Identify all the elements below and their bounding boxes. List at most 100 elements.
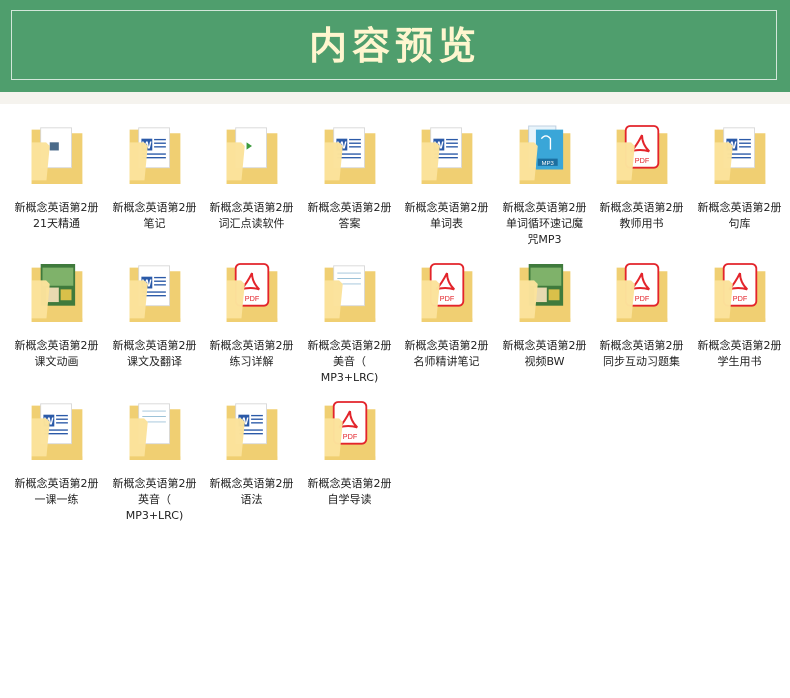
folder-item[interactable]: PDF 新概念英语第2册 教师用书 bbox=[593, 114, 690, 244]
folder-label: 新概念英语第2册 学生用书 bbox=[691, 338, 788, 370]
svg-text:PDF: PDF bbox=[245, 294, 260, 303]
folder-item[interactable]: 新概念英语第2册 视频BW bbox=[496, 252, 593, 382]
folder-label-line2: 笔记 bbox=[143, 217, 166, 230]
folder-label-line2: 名师精讲笔记 bbox=[413, 355, 480, 368]
folder-label-line2: 教师用书 bbox=[619, 217, 664, 230]
svg-text:PDF: PDF bbox=[635, 294, 650, 303]
folder-label-line1: 新概念英语第2册 bbox=[599, 339, 684, 352]
svg-text:MP3: MP3 bbox=[542, 161, 555, 167]
folder-label-line2: 练习详解 bbox=[229, 355, 274, 368]
folder-label-line1: 新概念英语第2册 bbox=[697, 339, 782, 352]
folder-item[interactable]: MP3 新概念英语第2册 单词循环速记魔 咒MP3 bbox=[496, 114, 593, 246]
folder-label-line2: 词汇点读软件 bbox=[218, 217, 285, 230]
folder-label-line1: 新概念英语第2册 bbox=[112, 201, 197, 214]
svg-text:PDF: PDF bbox=[440, 294, 455, 303]
folder-label-line2: 句库 bbox=[728, 217, 751, 230]
folder-label: 新概念英语第2册 单词表 bbox=[398, 200, 495, 232]
folder-item[interactable]: W 新概念英语第2册笔记 bbox=[106, 114, 203, 244]
folder-label: 新概念英语第2册 笔记 bbox=[106, 200, 203, 232]
folder-with-audio-icon: MP3 bbox=[516, 120, 574, 190]
folder-label-line1: 新概念英语第2册 bbox=[14, 477, 99, 490]
folder-item[interactable]: 新概念英语第2册 美音（ MP3+LRC) bbox=[301, 252, 398, 384]
folder-label-line3: MP3+LRC) bbox=[125, 509, 184, 522]
folder-label-line1: 新概念英语第2册 bbox=[502, 201, 587, 214]
folder-label-line2: 课文及翻译 bbox=[127, 355, 182, 368]
folder-item[interactable]: PDF 新概念英语第2册 同步互动习题集 bbox=[593, 252, 690, 382]
folder-label: 新概念英语第2册 英音（ MP3+LRC) bbox=[106, 476, 203, 524]
folder-with-pdf-icon: PDF bbox=[613, 120, 671, 190]
folder-with-word-icon: W bbox=[223, 396, 281, 466]
folder-label-line1: 新概念英语第2册 bbox=[209, 201, 294, 214]
folder-item[interactable]: W 新概念英语第2册句库 bbox=[691, 114, 788, 244]
folder-label-line2: 一课一练 bbox=[34, 493, 79, 506]
folder-label: 新概念英语第2册 语法 bbox=[203, 476, 300, 508]
header-banner: 内容预览 bbox=[0, 0, 790, 92]
folder-label-line1: 新概念英语第2册 bbox=[599, 201, 684, 214]
folder-item[interactable]: W 新概念英语第2册答案 bbox=[301, 114, 398, 244]
folder-with-word-icon: W bbox=[126, 120, 184, 190]
folder-with-pdf-icon: PDF bbox=[418, 258, 476, 328]
folder-with-word-icon: W bbox=[28, 396, 86, 466]
folder-item[interactable]: PDF 新概念英语第2册 名师精讲笔记 bbox=[398, 252, 495, 382]
page-title: 内容预览 bbox=[308, 23, 481, 68]
folder-label-line2: 视频BW bbox=[524, 355, 565, 368]
folder-label-line2: 学生用书 bbox=[717, 355, 762, 368]
folder-label-line3: 咒MP3 bbox=[527, 233, 562, 246]
folder-label: 新概念英语第2册 美音（ MP3+LRC) bbox=[301, 338, 398, 386]
folder-label-line2: 课文动画 bbox=[34, 355, 79, 368]
folder-with-video-icon bbox=[516, 258, 574, 328]
folder-label-line1: 新概念英语第2册 bbox=[209, 477, 294, 490]
folder-with-pdf-icon: PDF bbox=[223, 258, 281, 328]
folder-label-line2: 同步互动习题集 bbox=[603, 355, 680, 368]
folder-with-files-icon bbox=[126, 396, 184, 466]
folder-with-pdf-icon: PDF bbox=[321, 396, 379, 466]
folder-with-files-icon bbox=[321, 258, 379, 328]
folder-label-line2: 美音（ bbox=[333, 355, 366, 368]
folder-item[interactable]: 新概念英语第2册 词汇点读软件 bbox=[203, 114, 300, 244]
folder-with-software-icon bbox=[223, 120, 281, 190]
folder-label-line1: 新概念英语第2册 bbox=[307, 339, 392, 352]
folder-label-line1: 新概念英语第2册 bbox=[404, 201, 489, 214]
folder-item[interactable]: PDF 新概念英语第2册 自学导读 bbox=[301, 390, 398, 520]
folder-label-line2: 单词循环速记魔 bbox=[506, 217, 583, 230]
folder-label-line1: 新概念英语第2册 bbox=[209, 339, 294, 352]
folder-label: 新概念英语第2册 句库 bbox=[691, 200, 788, 232]
folder-label-line2: 自学导读 bbox=[327, 493, 372, 506]
folder-with-pdf-icon: PDF bbox=[613, 258, 671, 328]
folder-item[interactable]: W 新概念英语第2册一课一练 bbox=[8, 390, 105, 520]
folder-with-pdf-icon: PDF bbox=[711, 258, 769, 328]
folder-label-line1: 新概念英语第2册 bbox=[112, 339, 197, 352]
folder-item[interactable]: PDF 新概念英语第2册 学生用书 bbox=[691, 252, 788, 382]
folder-label-line1: 新概念英语第2册 bbox=[502, 339, 587, 352]
svg-text:PDF: PDF bbox=[733, 294, 748, 303]
folder-label: 新概念英语第2册 21天精通 bbox=[8, 200, 105, 232]
folder-label: 新概念英语第2册 词汇点读软件 bbox=[203, 200, 300, 232]
folder-label-line1: 新概念英语第2册 bbox=[697, 201, 782, 214]
folder-with-word-icon: W bbox=[711, 120, 769, 190]
folder-item[interactable]: W 新概念英语第2册单词表 bbox=[398, 114, 495, 244]
folder-label-line3: MP3+LRC) bbox=[320, 371, 379, 384]
folder-label: 新概念英语第2册 名师精讲笔记 bbox=[398, 338, 495, 370]
folder-label-line2: 答案 bbox=[338, 217, 361, 230]
folder-with-word-icon: W bbox=[321, 120, 379, 190]
folder-item[interactable]: W 新概念英语第2册课文及翻译 bbox=[106, 252, 203, 382]
svg-text:PDF: PDF bbox=[343, 432, 358, 441]
folder-label: 新概念英语第2册 视频BW bbox=[496, 338, 593, 370]
folder-item[interactable]: PDF 新概念英语第2册 练习详解 bbox=[203, 252, 300, 382]
folder-label-line2: 语法 bbox=[240, 493, 263, 506]
folder-item[interactable]: 新概念英语第2册 21天精通 bbox=[8, 114, 105, 244]
svg-text:PDF: PDF bbox=[635, 156, 650, 165]
folder-label-line2: 21天精通 bbox=[33, 217, 80, 230]
folder-label: 新概念英语第2册 单词循环速记魔 咒MP3 bbox=[496, 200, 593, 248]
folder-item[interactable]: W 新概念英语第2册语法 bbox=[203, 390, 300, 520]
folder-with-word-icon: W bbox=[418, 120, 476, 190]
folder-label-line2: 单词表 bbox=[430, 217, 463, 230]
folder-label-line1: 新概念英语第2册 bbox=[14, 201, 99, 214]
folder-label: 新概念英语第2册 答案 bbox=[301, 200, 398, 232]
folder-item[interactable]: 新概念英语第2册 英音（ MP3+LRC) bbox=[106, 390, 203, 522]
folder-label-line1: 新概念英语第2册 bbox=[307, 201, 392, 214]
folder-label: 新概念英语第2册 自学导读 bbox=[301, 476, 398, 508]
folder-item[interactable]: 新概念英语第2册 课文动画 bbox=[8, 252, 105, 382]
folder-label: 新概念英语第2册 同步互动习题集 bbox=[593, 338, 690, 370]
header-divider bbox=[0, 92, 790, 104]
